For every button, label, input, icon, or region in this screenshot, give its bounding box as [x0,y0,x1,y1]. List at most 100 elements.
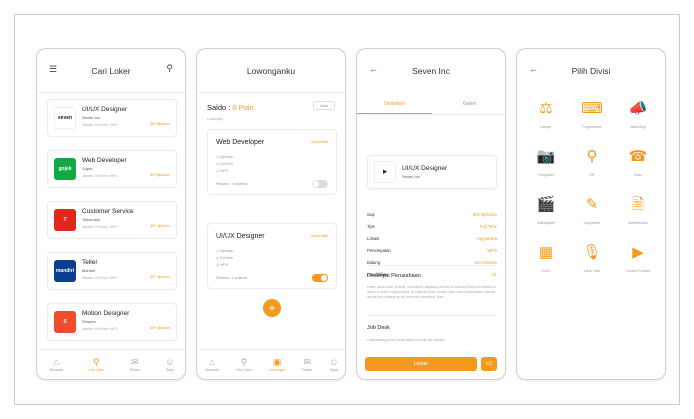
user-icon: ☺ [329,357,339,367]
tab-deskripsi[interactable]: Deskripsi [357,93,432,114]
division-item[interactable]: ⚖ Lawyer [523,99,569,133]
division-item[interactable]: ✎ Copywriter [569,195,615,229]
nav-pesan[interactable]: ✉ Pesan [302,357,312,372]
job-meta: Jakarta • Full time • WFO [82,225,118,229]
nav-saya[interactable]: ☺ Saya [165,357,174,372]
add-vacancy-button[interactable]: + [263,299,281,317]
job-title: Web Developer [82,157,127,164]
location-row: ◎ WFO [216,169,229,173]
company-name: Seven Inc [402,174,420,179]
detail-value: Yogyakarta [476,236,497,241]
company-name: Seven Inc [82,115,100,120]
filter-icon[interactable]: ☰ [49,64,57,75]
bookmark-icon: ▭ [485,360,493,367]
nav-lowongan[interactable]: ▣ Lowongan [269,357,285,372]
home-icon: ⌂ [53,357,59,367]
nav-saya[interactable]: ☺ Saya [329,357,338,372]
monitor-play-icon: ▶ [632,244,644,261]
detail-row: Penempatan WFO [367,248,497,253]
detail-key: Lokasi [367,236,380,241]
division-item[interactable]: ▦ UI/UX [523,243,569,277]
section-title: Deskripsi Perusahaan [367,273,421,279]
divider [367,315,497,316]
user-icon: ☺ [165,357,175,367]
section-title: Job Desk [367,325,390,331]
detail-value: S1 [491,272,497,277]
tab-galeri[interactable]: Galeri [432,93,505,114]
message-icon: ✉ [130,357,139,367]
division-item[interactable]: ⚲ HR [569,147,615,181]
detail-link[interactable]: Lihat Detail [310,140,328,144]
vacancy-card[interactable]: UI/UX Designer Lihat Detail ◎ 5jt/bulan … [207,223,337,289]
company-name: Shopee [82,319,96,324]
detail-row: Gaji IDR 5jt/bulan [367,212,497,217]
job-title: Motion Designer [82,310,130,317]
job-meta: Jakarta • Full time • WFH [82,123,118,127]
job-card: ▶ UI/UX Designer Seven Inc [367,155,497,189]
detail-key: Penempatan [367,248,391,253]
division-item[interactable]: 📷 Fotografer [523,147,569,181]
detail-row: Tipe Full Time [367,224,497,229]
salary-row: ◎ 5jt/bulan [216,249,234,253]
description-text: Lorem ipsum dolor sit amet, consectetur … [367,285,496,299]
location-row: ◎ WFH [216,263,229,267]
division-label: Administrasi [628,221,648,225]
bookmark-button[interactable]: ▭ [481,357,497,371]
document-icon: 🗎 [631,196,645,213]
home-icon: ⌂ [209,357,215,367]
salary: IDR 5jt/bulan [149,122,170,126]
division-item[interactable]: 🗎 Administrasi [615,195,661,229]
ubah-button[interactable]: Ubah [313,101,335,110]
header: ← Seven Inc [357,49,505,93]
division-label: Marketing [630,125,646,129]
job-card[interactable]: T Customer Service Telkomsel Jakarta • Full… [47,201,177,239]
division-label: Copywriter [583,221,601,225]
job-card[interactable]: seven UI/UX Designer Seven Inc Jakarta • Fu… [47,99,177,137]
salary-row: ◎ 8jt/bulan [216,155,234,159]
division-item[interactable]: 🎙 Voice Over [569,243,615,277]
company-logo: mandiri [54,260,76,282]
nav-pesan[interactable]: ✉ Pesan [130,357,140,372]
division-item[interactable]: ⌨ Programmer [569,99,615,133]
division-label: Lawyer [540,125,552,129]
job-card[interactable]: S Motion Designer Shopee Jakarta • Full tim… [47,303,177,341]
job-card[interactable]: mandiri Teller Mandiri Jakarta • Full time … [47,252,177,290]
nav-beranda[interactable]: ⌂ Beranda [206,357,219,372]
division-label: UI/UX [541,269,551,273]
back-arrow-icon[interactable]: ← [369,64,378,74]
apply-button[interactable]: Lamar [365,357,477,371]
message-icon: ✉ [303,357,311,367]
division-label: Programmer [582,125,602,129]
header: Lowonganku [197,49,345,93]
back-arrow-icon[interactable]: ← [529,64,538,74]
detail-link[interactable]: Lihat Detail [310,234,328,238]
company-name: Mandiri [82,268,96,273]
division-label: Host [634,173,642,177]
phone-lowonganku: Lowonganku Saldo : 0 Poin Ubah Lowongan … [196,48,346,380]
section-label: Lowongan [207,117,224,121]
nav-beranda[interactable]: ⌂ Beranda [50,357,63,372]
megaphone-icon: 📣 [628,100,648,117]
job-meta: Jakarta • Full time • WFO [82,174,118,178]
layout-icon: ▦ [538,244,554,261]
division-label: Videografer [536,221,556,225]
detail-row: Lokasi Yogyakarta [367,236,497,241]
salary: IDR 6jt/bulan [149,326,170,330]
division-item[interactable]: ☎ Host [615,147,661,181]
salary: IDR 4jt/bulan [149,224,170,228]
nav-cari-loker[interactable]: ⚲ Cari Loker [236,357,252,372]
division-item[interactable]: 📣 Marketing [615,99,661,133]
nav-cari-loker[interactable]: ⚲ Cari Loker [88,357,104,372]
job-card[interactable]: gojek Web Developer Gojek Jakarta • Full ti… [47,150,177,188]
job-meta: Jakarta • Full time • WFO [82,276,118,280]
phone-cari-loker: ☰ Cari Loker ⚲ seven UI/UX Designer Seven … [36,48,186,380]
saldo: Saldo : 0 Poin [207,103,254,112]
division-item[interactable]: 🎬 Videografer [523,195,569,229]
vacancy-card[interactable]: Web Developer Lihat Detail ◎ 8jt/bulan ◎… [207,129,337,195]
active-toggle[interactable] [312,274,328,282]
search-icon[interactable]: ⚲ [166,63,173,74]
division-item[interactable]: ▶ Content Creator [615,243,661,277]
search-icon: ⚲ [240,357,248,367]
division-label: Fotografer [537,173,555,177]
active-toggle[interactable] [312,180,328,188]
